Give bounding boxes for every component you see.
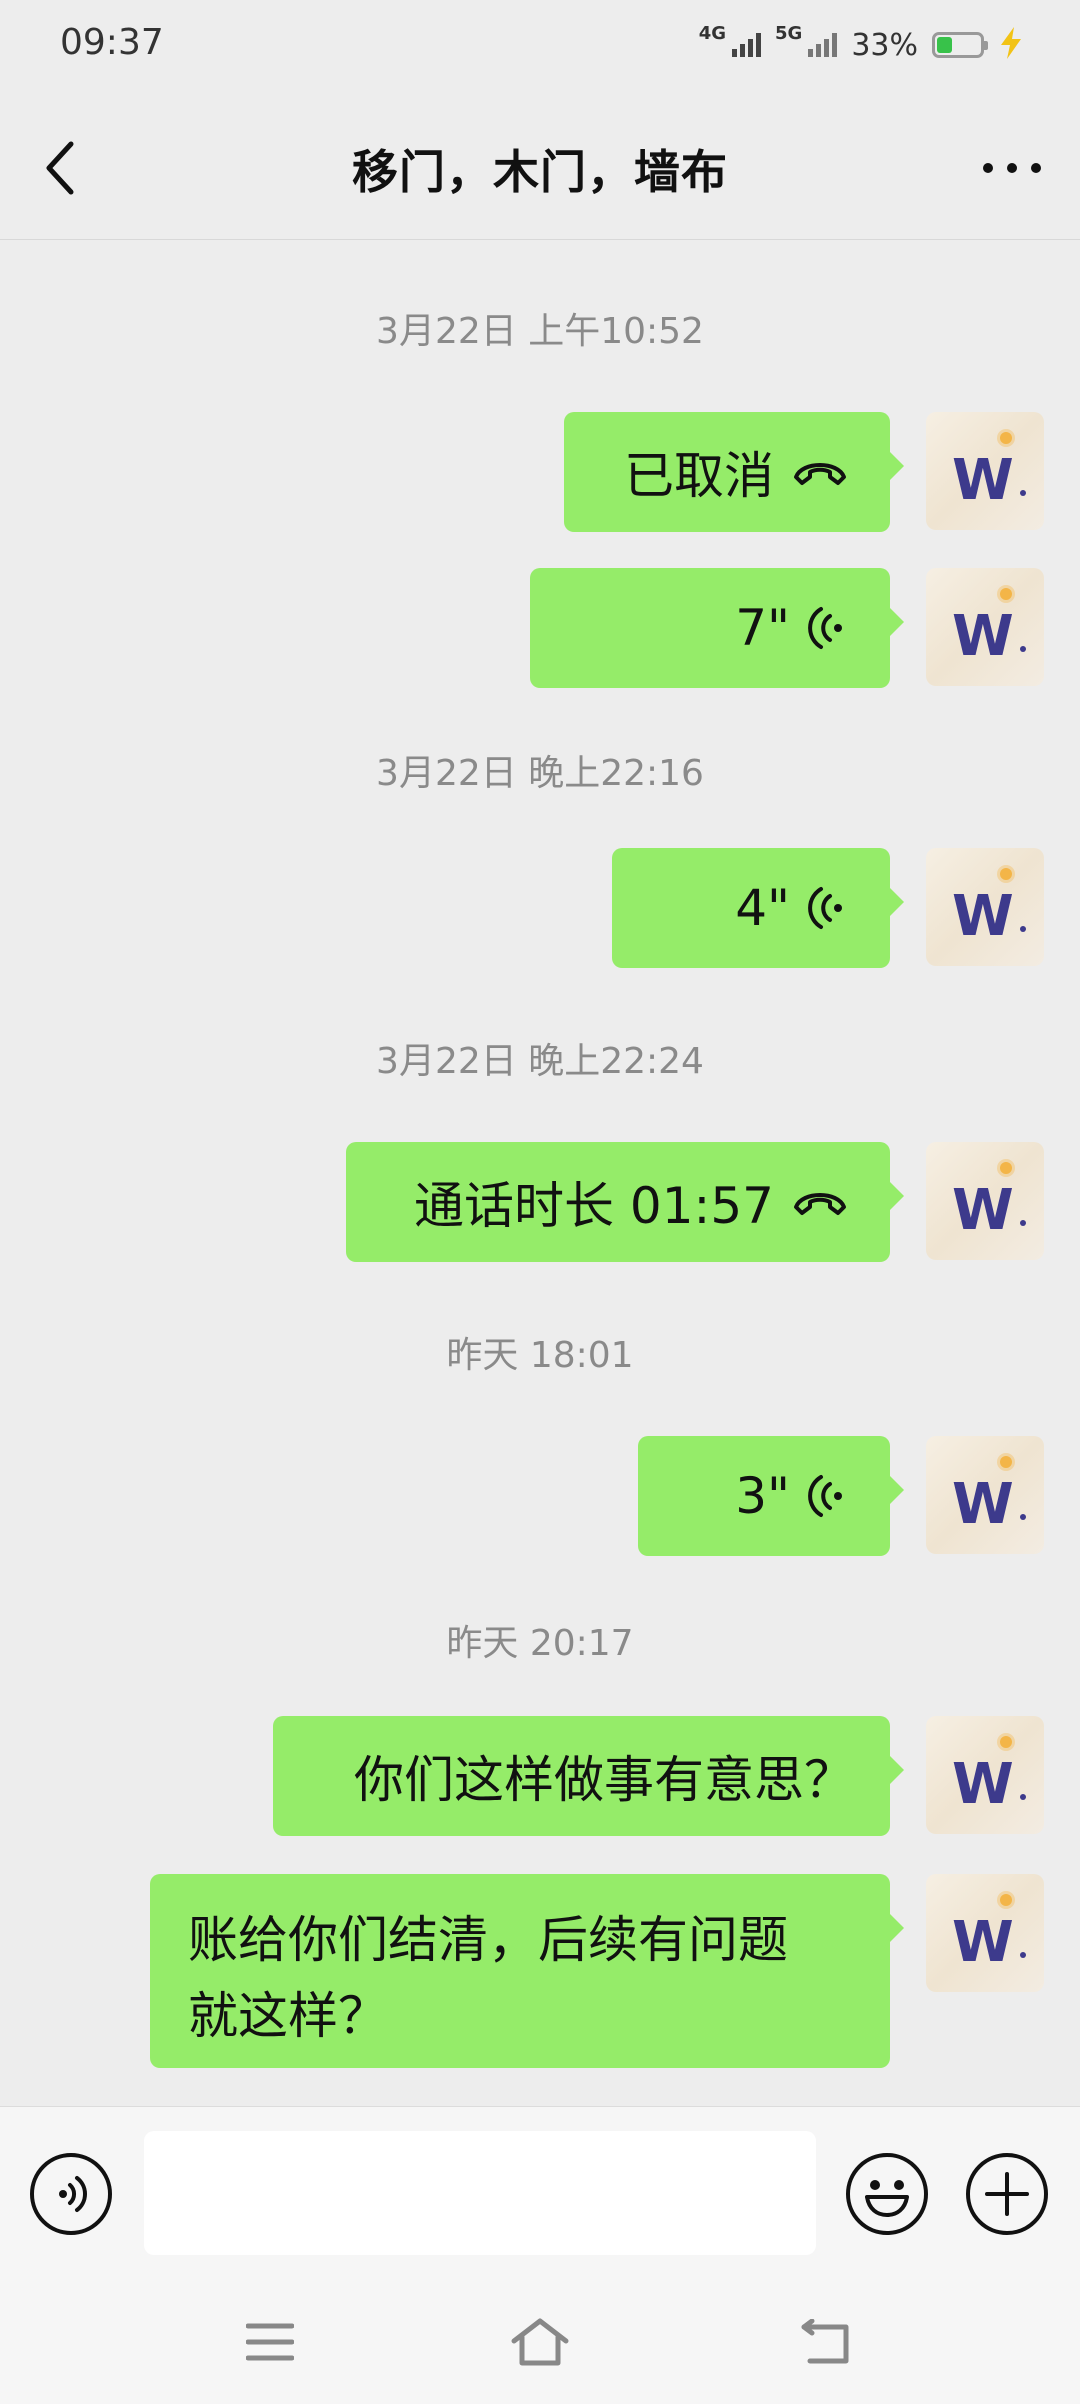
message-list[interactable]: 3月22日 上午10:52 已取消 W 7" W 3月22日 晚上22:16 4…: [0, 240, 1080, 2106]
message-text-line: 账给你们结清，后续有问题: [188, 1911, 788, 1969]
chevron-left-icon: [46, 141, 74, 195]
battery-fill: [937, 37, 953, 53]
voice-duration: 4": [735, 879, 790, 937]
message-text: 你们这样做事有意思？: [354, 1751, 854, 1809]
voice-duration: 7": [735, 599, 790, 657]
signal-4g-icon: 4G: [699, 25, 761, 57]
voice-bubble[interactable]: 4": [612, 848, 904, 968]
voice-wave-icon: [808, 606, 848, 650]
menu-button[interactable]: [230, 2312, 310, 2372]
voice-wave-icon: [808, 1474, 848, 1518]
home-button[interactable]: [500, 2312, 580, 2372]
avatar[interactable]: W: [926, 1436, 1044, 1554]
menu-icon: [246, 2323, 294, 2361]
call-bubble[interactable]: 通话时长 01:57: [346, 1142, 904, 1262]
nav-back-button[interactable]: [786, 2312, 866, 2372]
phone-hangup-icon: [792, 1187, 848, 1217]
message-text-line: 就这样？: [188, 1987, 388, 2045]
voice-input-button[interactable]: [30, 2153, 112, 2235]
system-nav-bar: [0, 2282, 1080, 2404]
battery-icon: [932, 32, 988, 58]
more-functions-button[interactable]: [966, 2153, 1048, 2235]
avatar[interactable]: W: [926, 1716, 1044, 1834]
avatar[interactable]: W: [926, 1874, 1044, 1992]
voice-input-icon: [59, 2176, 87, 2212]
emoji-button[interactable]: [846, 2153, 928, 2235]
status-bar: 09:37 4G 5G 33%: [0, 0, 1080, 96]
back-arrow-icon: [801, 2319, 849, 2364]
chat-header: 移门，木门，墙布: [0, 96, 1080, 240]
timestamp: 3月22日 晚上22:16: [376, 753, 704, 794]
avatar[interactable]: W: [926, 1142, 1044, 1260]
call-bubble[interactable]: 已取消: [564, 412, 904, 532]
voice-bubble[interactable]: 3": [638, 1436, 904, 1556]
avatar[interactable]: W: [926, 848, 1044, 966]
voice-wave-icon: [808, 886, 848, 930]
timestamp: 昨天 20:17: [446, 1623, 634, 1664]
timestamp: 3月22日 晚上22:24: [376, 1041, 704, 1082]
message-input[interactable]: [144, 2131, 816, 2255]
call-duration-text: 通话时长 01:57: [414, 1177, 774, 1235]
battery-percent: 33%: [851, 27, 918, 63]
status-time: 09:37: [60, 22, 164, 63]
avatar[interactable]: W: [926, 568, 1044, 686]
phone-hangup-icon: [792, 457, 848, 487]
text-bubble[interactable]: 你们这样做事有意思？: [273, 1716, 904, 1836]
text-bubble[interactable]: 账给你们结清，后续有问题 就这样？: [150, 1874, 904, 2068]
more-dots-icon: [983, 163, 1041, 173]
voice-duration: 3": [735, 1467, 790, 1525]
plus-icon: [985, 2172, 1029, 2216]
chat-title: 移门，木门，墙布: [352, 145, 728, 199]
timestamp: 3月22日 上午10:52: [376, 311, 704, 352]
status-indicators: 4G 5G 33%: [699, 25, 1024, 64]
call-status-text: 已取消: [624, 447, 774, 505]
home-icon: [511, 2318, 569, 2366]
voice-bubble[interactable]: 7": [530, 568, 904, 688]
signal-5g-icon: 5G: [775, 25, 838, 57]
more-button[interactable]: [974, 136, 1050, 200]
emoji-icon: [865, 2180, 909, 2217]
avatar[interactable]: W: [926, 412, 1044, 530]
input-bar: [0, 2106, 1080, 2282]
timestamp: 昨天 18:01: [446, 1335, 634, 1376]
bolt-icon: [998, 26, 1024, 64]
back-button[interactable]: [30, 130, 90, 206]
